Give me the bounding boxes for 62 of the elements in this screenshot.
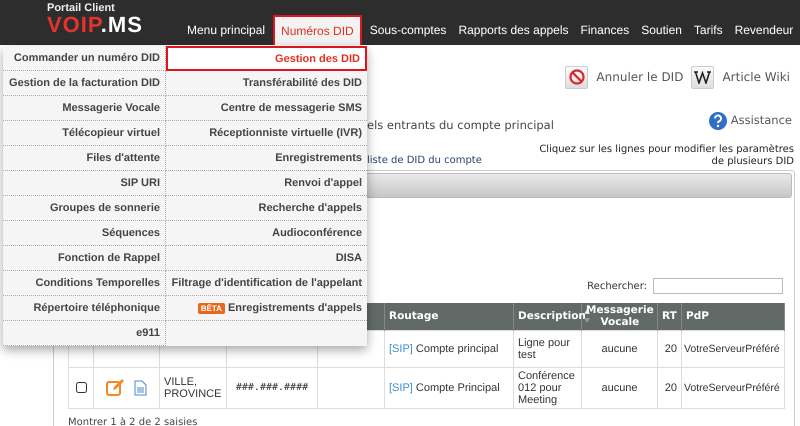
menu-item[interactable]: Centre de messagerie SMS [166, 96, 367, 121]
beta-badge: BÊTA [198, 302, 225, 314]
voicemail-cell: aucune [601, 382, 638, 394]
voicemail-cell: aucune [601, 342, 638, 354]
nav-tab[interactable]: Soutien [635, 15, 688, 45]
wiki-article-button[interactable]: Article Wiki [691, 65, 790, 89]
description-cell: Ligne pour test [518, 336, 570, 360]
menu-item[interactable]: DISA [166, 246, 367, 271]
menu-item[interactable]: Télécopieur virtuel [3, 121, 166, 146]
menu-item[interactable]: Réceptionniste virtuelle (IVR) [166, 121, 367, 146]
column-header[interactable]: Routage [389, 310, 439, 322]
menu-item[interactable]: Gestion des DID [166, 46, 367, 71]
nav-tab[interactable]: Revendeur [728, 15, 800, 45]
edit-icon[interactable] [106, 378, 126, 396]
logo[interactable]: VOIP.MS [47, 12, 143, 38]
rt-cell: 20 [664, 342, 677, 354]
portal-label: Portail Client [47, 2, 115, 14]
menu-item[interactable]: Séquences [3, 221, 166, 246]
menu-item[interactable]: Files d'attente [3, 146, 166, 171]
menu-item[interactable]: Répertoire téléphonique [3, 296, 166, 321]
document-icon[interactable] [134, 380, 147, 396]
menu-item[interactable]: BÊTA Enregistrements d'appels [166, 296, 367, 321]
menu-item[interactable]: e911 [3, 321, 166, 346]
menu-item[interactable]: Recherche d'appels [166, 196, 367, 221]
nav-tab[interactable]: Sous-comptes [364, 15, 452, 45]
location-cell: VILLE, PROVINCE [164, 376, 222, 400]
nav-tab[interactable]: Numéros DID [273, 15, 362, 45]
menu-item[interactable]: SIP URI [3, 171, 166, 196]
description-cell: Conférence 012 pour Meeting [518, 370, 575, 406]
menu-item[interactable]: Gestion de la facturation DID [3, 71, 166, 96]
routing-cell: Compte Principal [416, 382, 500, 394]
prohibited-icon [568, 69, 585, 85]
nav-tab[interactable]: Menu principal [181, 15, 272, 45]
menu-item[interactable]: Enregistrements [166, 146, 367, 171]
nav-tab[interactable]: Tarifs [688, 15, 729, 45]
column-header[interactable]: Description [518, 310, 586, 322]
row-checkbox[interactable] [76, 382, 86, 392]
menu-item[interactable]: Messagerie Vocale [3, 96, 166, 121]
list-text: liste de DID du compte [367, 154, 482, 168]
column-header[interactable]: PdP [686, 310, 709, 322]
rt-cell: 20 [664, 382, 677, 394]
pdp-cell: VotreServeurPréféré [684, 382, 780, 394]
intro-text: els entrants du compte principal [367, 117, 554, 134]
menu-item[interactable]: Conditions Temporelles [3, 271, 166, 296]
routing-cell: Compte principal [416, 342, 498, 354]
pdp-cell: VotreServeurPréféré [684, 342, 780, 354]
nav-tab[interactable]: Rapports des appels [452, 15, 575, 45]
menu-item[interactable]: Audioconférence [166, 221, 367, 246]
help-link[interactable]: Assistance [708, 111, 792, 131]
nav-tab[interactable]: Finances [574, 15, 636, 45]
pagination-info: Montrer 1 à 2 de 2 saisies [68, 416, 198, 426]
w-letter-icon [694, 70, 712, 84]
menu-item[interactable]: Fonction de Rappel [3, 246, 166, 271]
cancel-did-button[interactable]: Annuler le DID [565, 65, 684, 89]
search-field[interactable] [653, 278, 783, 294]
menu-item[interactable]: Groupes de sonnerie [3, 196, 166, 221]
menu-item[interactable]: Filtrage d'identification de l'appelant [166, 271, 367, 296]
menu-item[interactable]: Transférabilité des DID [166, 71, 367, 96]
hint-text: Cliquez sur les lignes pour modifier les paramètres de plusieurs DID [538, 144, 794, 168]
search-label: Rechercher: [587, 280, 647, 294]
help-icon [708, 111, 728, 131]
number-cell: ###.###.#### [236, 382, 308, 392]
